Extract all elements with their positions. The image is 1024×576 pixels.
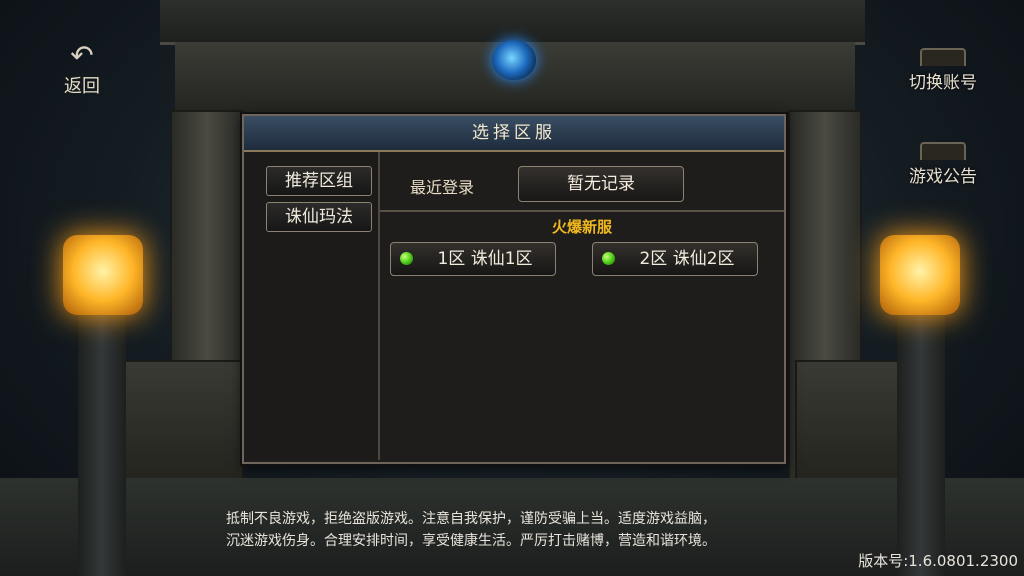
server-list-panel: 最近登录 暂无记录 火爆新服 1区 诛仙1区 2区 诛仙2区 <box>380 152 784 460</box>
game-notice-button[interactable]: 游戏公告 <box>900 142 986 187</box>
green-dot-icon <box>602 252 615 265</box>
back-button[interactable]: ↶ 返回 <box>56 40 108 100</box>
version-label: 版本号:1.6.0801.2300 <box>858 552 1018 570</box>
plaque-icon <box>920 142 966 160</box>
green-dot-icon <box>400 252 413 265</box>
plaque-icon <box>920 48 966 66</box>
tab-recommended[interactable]: 推荐区组 <box>266 166 372 196</box>
server-group-list: 推荐区组 诛仙玛法 <box>244 152 380 460</box>
game-notice-label: 游戏公告 <box>909 167 977 187</box>
health-notice-line-1: 抵制不良游戏，拒绝盗版游戏。注意自我保护，谨防受骗上当。适度游戏益脑， <box>226 511 716 527</box>
recent-login-button[interactable]: 暂无记录 <box>518 166 684 202</box>
tab-zhuxian-mafa[interactable]: 诛仙玛法 <box>266 202 372 232</box>
gate-top <box>160 0 865 45</box>
recent-login-label: 最近登录 <box>410 178 475 197</box>
server-name: 1区 诛仙1区 <box>437 249 533 269</box>
left-lamp-stand <box>78 310 126 576</box>
health-notice-line-2: 沉迷游戏伤身。合理安排时间，享受健康生活。严厉打击赌博，营造和谐环境。 <box>226 533 716 549</box>
back-label: 返回 <box>64 76 100 97</box>
switch-account-label: 切换账号 <box>909 73 977 93</box>
server-item-2[interactable]: 2区 诛仙2区 <box>592 242 758 276</box>
hot-servers-title: 火爆新服 <box>551 218 612 236</box>
server-select-dialog: 选择区服 推荐区组 诛仙玛法 最近登录 暂无记录 火爆新服 1区 诛仙1区 2区… <box>242 114 786 464</box>
left-pillar-base <box>115 360 244 484</box>
server-item-1[interactable]: 1区 诛仙1区 <box>390 242 556 276</box>
switch-account-button[interactable]: 切换账号 <box>900 48 986 93</box>
back-arrow-icon: ↶ <box>70 39 94 72</box>
divider <box>380 210 784 212</box>
blue-gem-icon <box>492 40 536 80</box>
dialog-title: 选择区服 <box>244 116 784 152</box>
lantern-icon <box>63 235 143 315</box>
health-notice: 抵制不良游戏，拒绝盗版游戏。注意自我保护，谨防受骗上当。适度游戏益脑， 沉迷游戏… <box>226 508 826 552</box>
server-name: 2区 诛仙2区 <box>639 249 735 269</box>
lantern-icon <box>880 235 960 315</box>
right-lamp-stand <box>897 310 945 576</box>
